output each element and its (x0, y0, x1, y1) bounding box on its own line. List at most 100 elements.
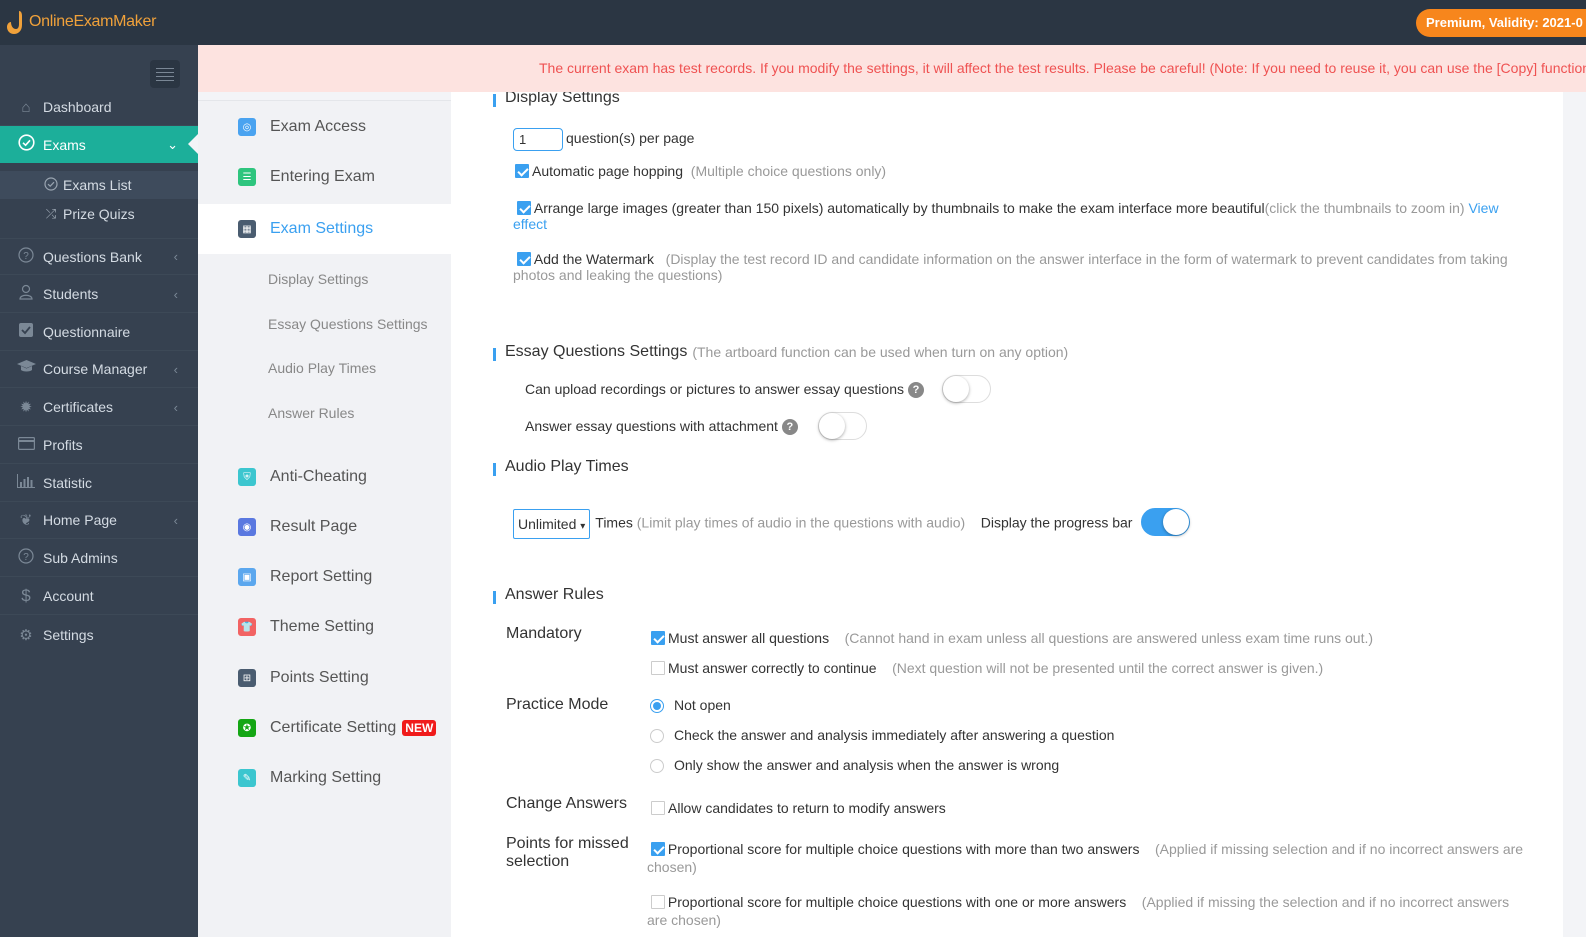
audio-times-select[interactable]: Unlimited ▾ (513, 509, 591, 539)
active-pointer (188, 134, 198, 154)
sidebar-item-certificates[interactable]: ✹ Certificates ‹ (0, 389, 198, 426)
must-answer-all-row: Must answer all questions (Cannot hand i… (651, 630, 1373, 646)
subnav-child-essay-questions-settings[interactable]: Essay Questions Settings (268, 316, 428, 332)
progress-bar-label: Display the progress bar (980, 514, 1133, 531)
sidebar-item-label: Profits (43, 437, 83, 453)
practice-mode-label: Practice Mode (506, 696, 609, 713)
essay-attachment-toggle[interactable] (818, 412, 867, 440)
help-icon[interactable]: ? (907, 382, 924, 398)
subnav-theme-setting[interactable]: 👕 Theme Setting (198, 602, 451, 652)
subnav-child-answer-rules[interactable]: Answer Rules (268, 405, 354, 421)
practice-not-open-radio[interactable] (650, 699, 664, 713)
mandatory-label: Mandatory (506, 625, 582, 642)
essay-upload-toggle[interactable] (942, 375, 991, 403)
premium-badge[interactable]: Premium, Validity: 2021-0 (1416, 9, 1586, 37)
practice-show-when-wrong-radio[interactable] (650, 759, 664, 773)
questions-per-page-input[interactable]: 1 (513, 128, 563, 151)
svg-text:?: ? (23, 251, 29, 262)
subnav-certificate-setting[interactable]: ✪ Certificate Setting NEW (198, 703, 451, 753)
bar-chart-icon (16, 474, 36, 492)
sidebar-item-label: Home Page (43, 512, 117, 528)
progress-bar-toggle[interactable] (1141, 508, 1190, 536)
sidebar-toggle-button[interactable] (150, 60, 180, 88)
logo-text: OnlineExamMaker (29, 13, 157, 30)
watermark-checkbox[interactable] (516, 252, 531, 266)
sidebar-item-home-page[interactable]: ❦ Home Page ‹ (0, 502, 198, 539)
sidebar-item-account[interactable]: $ Account (0, 578, 198, 615)
section-title-audio-play-times: Audio Play Times (493, 458, 629, 476)
auto-hop-checkbox[interactable] (515, 164, 529, 178)
sidebar-item-students[interactable]: Students ‹ (0, 276, 198, 313)
logo-icon (7, 11, 22, 34)
shirt-icon: 👕 (238, 618, 256, 636)
option-label: Must answer all questions (668, 630, 830, 646)
sidebar-item-questions-bank[interactable]: ? Questions Bank ‹ (0, 238, 198, 275)
subnav-anti-cheating[interactable]: ⛨ Anti-Cheating (198, 452, 451, 502)
subnav-report-setting[interactable]: ▣ Report Setting (198, 552, 451, 602)
allow-modify-checkbox[interactable] (651, 801, 665, 815)
auto-hop-hint: (Multiple choice questions only) (690, 163, 887, 179)
section-title-text: Answer Rules (505, 586, 604, 603)
sidebar-item-exams[interactable]: Exams ⌄ (0, 126, 198, 163)
subnav-child-audio-play-times[interactable]: Audio Play Times (268, 360, 376, 376)
chevron-left-icon: ‹ (173, 249, 178, 264)
option-label: Proportional score for multiple choice q… (667, 841, 1140, 857)
must-answer-all-checkbox[interactable] (651, 631, 665, 645)
table-settings-icon: ▦ (238, 220, 256, 238)
option-hint: (Cannot hand in exam unless all question… (844, 630, 1374, 646)
watermark-row: Add the Watermark (Display the test reco… (513, 251, 1513, 283)
subnav-label: Anti-Cheating (270, 468, 367, 485)
svg-text:?: ? (23, 552, 29, 563)
chevron-down-icon: ▾ (580, 521, 586, 532)
must-answer-correctly-checkbox[interactable] (651, 661, 665, 675)
option-label: Not open (674, 697, 731, 713)
subnav-entering-exam[interactable]: ☰ Entering Exam (198, 152, 451, 202)
essay-attachment-label: Answer essay questions with attachment (525, 418, 778, 434)
subnav-child-display-settings[interactable]: Display Settings (268, 271, 368, 287)
gift-icon: ⊞ (238, 669, 256, 687)
sidebar-item-sub-admins[interactable]: ? Sub Admins (0, 540, 198, 577)
sidebar-item-label: Questionnaire (43, 324, 131, 340)
thumbnails-checkbox[interactable] (516, 201, 531, 215)
sidebar-item-questionnaire[interactable]: Questionnaire (0, 314, 198, 351)
subnav-exam-access[interactable]: ◎ Exam Access (198, 102, 451, 152)
graduation-cap-icon (16, 360, 36, 378)
option-label: Allow candidates to return to modify ans… (668, 800, 946, 816)
sidebar-item-dashboard[interactable]: ⌂ Dashboard (0, 89, 198, 126)
section-title-text: Essay Questions Settings (505, 343, 688, 360)
help-icon[interactable]: ? (781, 419, 798, 435)
question-circle-icon: ? (16, 548, 36, 568)
subnav-exam-settings[interactable]: ▦ Exam Settings (198, 204, 451, 254)
auto-hop-row: Automatic page hopping (Multiple choice … (515, 163, 886, 179)
sidebar-item-profits[interactable]: Profits (0, 427, 198, 464)
checkbox-icon (16, 323, 36, 341)
change-answers-label: Change Answers (506, 795, 627, 812)
per-page-row: 1 question(s) per page (513, 128, 694, 151)
watermark-hint: (Display the test record ID and candidat… (513, 251, 1508, 283)
home-icon: ⌂ (21, 98, 31, 116)
logo[interactable]: OnlineExamMaker (6, 10, 156, 34)
dollar-icon: $ (21, 586, 31, 605)
thumbnails-row: Arrange large images (greater than 150 p… (513, 200, 1513, 232)
practice-check-immediately-radio[interactable] (650, 729, 664, 743)
marking-icon: ✎ (238, 769, 256, 787)
essay-attachment-row: Answer essay questions with attachment? (525, 418, 798, 435)
proportional-two-checkbox[interactable] (650, 842, 665, 856)
proportional-one-checkbox[interactable] (650, 895, 665, 909)
thumbnails-label: Arrange large images (greater than 150 p… (533, 200, 1265, 216)
user-icon (16, 284, 36, 304)
sidebar-item-settings[interactable]: ⚙ Settings (0, 616, 198, 653)
subnav-label: Marking Setting (270, 769, 382, 786)
subnav-points-setting[interactable]: ⊞ Points Setting (198, 653, 451, 703)
sidebar-subitem-exams-list[interactable]: Exams List (0, 171, 198, 199)
subnav-marking-setting[interactable]: ✎ Marking Setting (198, 753, 451, 803)
award-icon: ✪ (238, 719, 256, 737)
sidebar-item-course-manager[interactable]: Course Manager ‹ (0, 351, 198, 388)
sidebar-item-statistic[interactable]: Statistic (0, 465, 198, 502)
sidebar-subitem-prize-quizs[interactable]: ⤮ Prize Quizs (0, 200, 198, 228)
subnav-result-page[interactable]: ◉ Result Page (198, 502, 451, 552)
audio-hint: (Limit play times of audio in the questi… (636, 514, 966, 531)
must-answer-correctly-row: Must answer correctly to continue (Next … (651, 660, 1323, 676)
sidebar-item-label: Account (43, 588, 94, 604)
per-page-label: question(s) per page (566, 130, 695, 147)
